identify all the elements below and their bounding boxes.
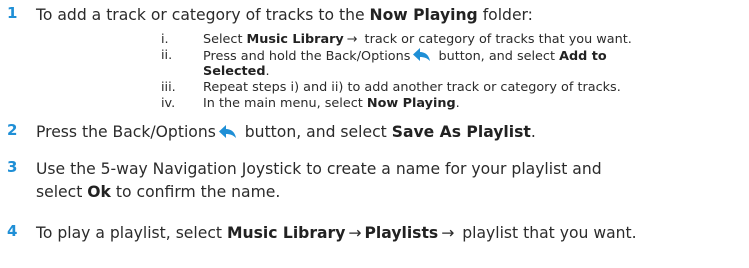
now-playing-label: Now Playing xyxy=(366,96,456,111)
substep-text-part: . xyxy=(265,64,270,79)
step-text-part: . xyxy=(530,123,536,141)
ok-label: Ok xyxy=(87,183,111,201)
step-text-part: button, and select xyxy=(239,123,392,141)
step-text-part: select xyxy=(36,183,88,201)
step-text: To play a playlist, select Music Library… xyxy=(36,222,736,244)
back-arrow-icon xyxy=(413,48,431,61)
step-number: 1 xyxy=(7,4,18,22)
step-text-part: playlist that you want. xyxy=(457,224,637,242)
roman-numeral: ii. xyxy=(161,48,173,63)
roman-numeral: iii. xyxy=(161,80,176,95)
music-library-label: Music Library xyxy=(226,224,346,242)
substep-text-part: In the main menu, select xyxy=(203,96,367,111)
right-arrow: → xyxy=(348,224,362,242)
substep-text: Select Music Library → track or category … xyxy=(203,32,743,47)
substep-text: Repeat steps i) and ii) to add another t… xyxy=(203,80,621,95)
step-text: To add a track or category of tracks to … xyxy=(36,4,736,26)
step-text: Use the 5-way Navigation Joystick to cre… xyxy=(36,158,736,204)
substep-text: Press and hold the Back/Options button, … xyxy=(203,48,743,79)
back-arrow-icon xyxy=(218,125,237,138)
substep-text: In the main menu, select Now Playing. xyxy=(203,96,743,111)
substep-text-part: track or category of tracks that you wan… xyxy=(360,32,632,47)
step-text-part: To play a playlist, select xyxy=(36,224,227,242)
step-text: Press the Back/Options button, and selec… xyxy=(36,121,736,143)
add-to-selected-label: Add to xyxy=(559,49,607,64)
step-text-part: To add a track or category of tracks to … xyxy=(36,6,370,24)
substep-text-part: button, and select xyxy=(434,49,560,64)
step-number: 4 xyxy=(7,222,18,240)
step-text-part: Press the Back/Options xyxy=(36,123,216,141)
substep-text-part: Press and hold the Back/Options xyxy=(203,49,411,64)
roman-numeral: iv. xyxy=(161,96,176,111)
step-text-part: to confirm the name. xyxy=(110,183,281,201)
step-number: 2 xyxy=(7,121,18,139)
music-library-label: Music Library xyxy=(246,32,344,47)
playlists-label: Playlists xyxy=(364,224,439,242)
save-as-playlist-label: Save As Playlist xyxy=(391,123,531,141)
right-arrow: → xyxy=(346,32,358,47)
roman-numeral: i. xyxy=(161,32,169,47)
now-playing-label: Now Playing xyxy=(369,6,478,24)
step-text-part: folder: xyxy=(477,6,533,24)
add-to-selected-label: Selected xyxy=(203,64,266,79)
step-text-part: Use the 5-way Navigation Joystick to cre… xyxy=(36,160,602,178)
right-arrow: → xyxy=(441,224,455,242)
step-number: 3 xyxy=(7,158,18,176)
substep-text-part: Select xyxy=(203,32,247,47)
substep-text-part: . xyxy=(455,96,460,111)
